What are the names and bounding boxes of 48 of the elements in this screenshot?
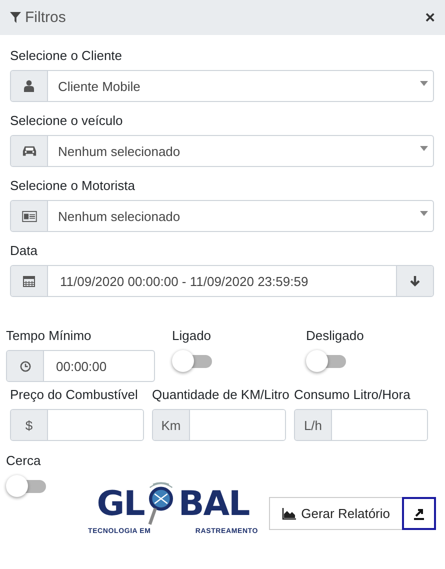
- clock-icon: [20, 360, 30, 372]
- select-value: Nenhum selecionado: [57, 144, 182, 158]
- caret-icon: [420, 210, 428, 216]
- logo-text: BAL: [178, 487, 250, 521]
- caret-icon: [420, 146, 428, 150]
- id-card-icon: [22, 210, 36, 222]
- time-value: 00:00:00: [55, 358, 108, 374]
- car-icon: [22, 145, 36, 157]
- area-chart-icon: [282, 508, 296, 520]
- field-label: Consumo Litro/Hora: [294, 387, 412, 402]
- export-icon: [413, 508, 425, 520]
- field-label: Selecione o Motorista: [10, 178, 136, 193]
- field-label: Selecione o veículo: [10, 113, 124, 128]
- toggle-switch[interactable]: [306, 350, 346, 372]
- panel-title: Filtros: [25, 9, 67, 26]
- select-value: Cliente Mobile: [57, 78, 142, 94]
- select-field[interactable]: Nenhum selecionado: [10, 200, 434, 232]
- arrow-down-icon: [409, 275, 421, 287]
- export-button[interactable]: [402, 497, 436, 530]
- report-button[interactable]: Gerar Relatório: [269, 497, 402, 530]
- caret-icon: [420, 80, 428, 86]
- number-field[interactable]: Km: [152, 409, 286, 441]
- date-range-field[interactable]: 11/09/2020 00:00:00 - 11/09/2020 23:59:59: [10, 265, 434, 297]
- person-icon: [24, 80, 34, 92]
- toggle-switch[interactable]: [172, 350, 212, 372]
- time-field[interactable]: 00:00:00: [6, 350, 155, 382]
- field-label: Data: [10, 243, 38, 258]
- toggle-label: Ligado: [172, 328, 212, 343]
- download-button[interactable]: [396, 266, 433, 296]
- field-label: Tempo Mínimo: [6, 328, 92, 343]
- select-field[interactable]: Cliente Mobile: [10, 70, 434, 102]
- field-label: Preço do Combustível: [10, 387, 139, 402]
- filter-icon: [10, 12, 21, 23]
- toggle-label: Desligado: [306, 328, 365, 343]
- calendar-icon: [23, 275, 35, 287]
- close-button[interactable]: ×: [425, 9, 435, 26]
- addon-text: Km: [153, 410, 190, 440]
- select-field[interactable]: Nenhum selecionado: [10, 135, 434, 167]
- number-field[interactable]: L/h: [294, 409, 428, 441]
- toggle-label: Cerca: [6, 453, 42, 468]
- addon-text: $: [11, 410, 48, 440]
- number-field[interactable]: $: [10, 409, 144, 441]
- addon-text: L/h: [295, 410, 332, 440]
- select-value: Nenhum selecionado: [57, 208, 182, 224]
- field-label: Selecione o Cliente: [10, 48, 124, 63]
- toggle-switch[interactable]: [6, 475, 46, 497]
- logo-text: GL: [96, 487, 144, 521]
- date-range-value: 11/09/2020 00:00:00 - 11/09/2020 23:59:59: [59, 274, 310, 288]
